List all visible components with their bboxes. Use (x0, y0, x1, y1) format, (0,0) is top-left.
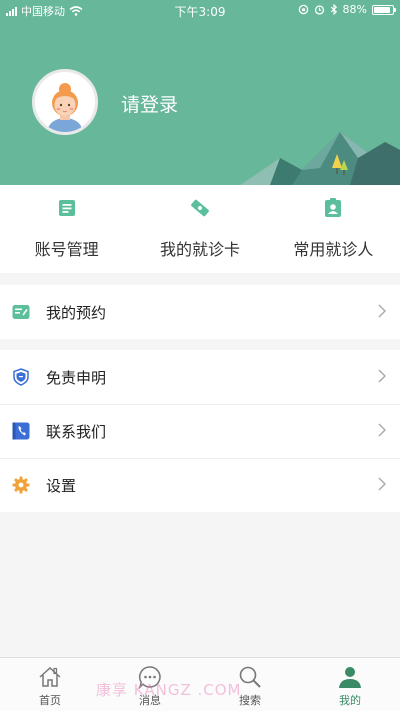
menu-item-label: 我的预约 (46, 303, 107, 322)
shortcut-account-management[interactable]: 账号管理 (0, 185, 133, 273)
tab-home[interactable]: 首页 (0, 658, 100, 711)
mountains-decoration (240, 132, 400, 185)
status-bar: 中国移动 下午3:09 88% (0, 0, 400, 20)
patient-badge-icon (325, 198, 342, 217)
account-card-icon (58, 200, 75, 216)
gear-icon (12, 476, 30, 494)
shortcut-bar: 账号管理 我的就诊卡 常用就诊人 (0, 185, 400, 273)
person-icon (339, 667, 361, 688)
chevron-right-icon (378, 304, 386, 318)
tab-label: 首页 (39, 694, 61, 707)
rotation-lock-icon (298, 4, 308, 15)
bottom-tab-bar: 首页 消息 搜索 我的 (0, 657, 400, 711)
shortcut-label: 我的就诊卡 (159, 240, 240, 259)
home-icon (39, 666, 61, 687)
chat-bubble-icon (138, 666, 161, 689)
chevron-right-icon (378, 423, 386, 437)
menu-item-label: 设置 (46, 476, 77, 495)
menu-item-label: 免责申明 (46, 368, 107, 387)
tab-messages[interactable]: 消息 (100, 658, 200, 711)
tab-label: 搜索 (239, 694, 261, 707)
tab-search[interactable]: 搜索 (200, 658, 300, 711)
menu-group-info: 免责申明 联系我们 设置 (0, 350, 400, 512)
shield-icon (13, 368, 29, 386)
menu-item-settings[interactable]: 设置 (0, 458, 400, 512)
shortcut-label: 常用就诊人 (293, 240, 374, 259)
login-prompt[interactable]: 请登录 (121, 90, 178, 117)
bluetooth-icon (330, 4, 337, 15)
menu-group-appointments: 我的预约 (0, 285, 400, 339)
menu-item-label: 联系我们 (46, 422, 107, 441)
battery-percent: 88% (342, 3, 367, 16)
profile-header: 中国移动 下午3:09 88% 请登录 (0, 0, 400, 185)
chevron-right-icon (378, 369, 386, 383)
battery-icon (372, 4, 396, 15)
menu-item-appointments[interactable]: 我的预约 (0, 285, 400, 339)
menu-item-disclaimer[interactable]: 免责申明 (0, 350, 400, 404)
menu-item-contact[interactable]: 联系我们 (0, 404, 400, 458)
tab-mine[interactable]: 我的 (300, 658, 400, 711)
shortcut-label: 账号管理 (34, 240, 99, 259)
avatar[interactable] (32, 69, 98, 135)
alarm-icon (314, 5, 324, 15)
search-icon (239, 666, 261, 688)
chevron-right-icon (378, 477, 386, 491)
shortcut-frequent-patients[interactable]: 常用就诊人 (267, 185, 400, 273)
shortcut-visit-card[interactable]: 我的就诊卡 (133, 185, 266, 273)
tab-label: 消息 (139, 694, 161, 707)
phone-icon (12, 422, 30, 440)
appointment-icon (12, 305, 30, 319)
user-avatar-icon (47, 83, 83, 132)
tab-label: 我的 (339, 694, 361, 707)
visit-card-icon (191, 199, 209, 217)
